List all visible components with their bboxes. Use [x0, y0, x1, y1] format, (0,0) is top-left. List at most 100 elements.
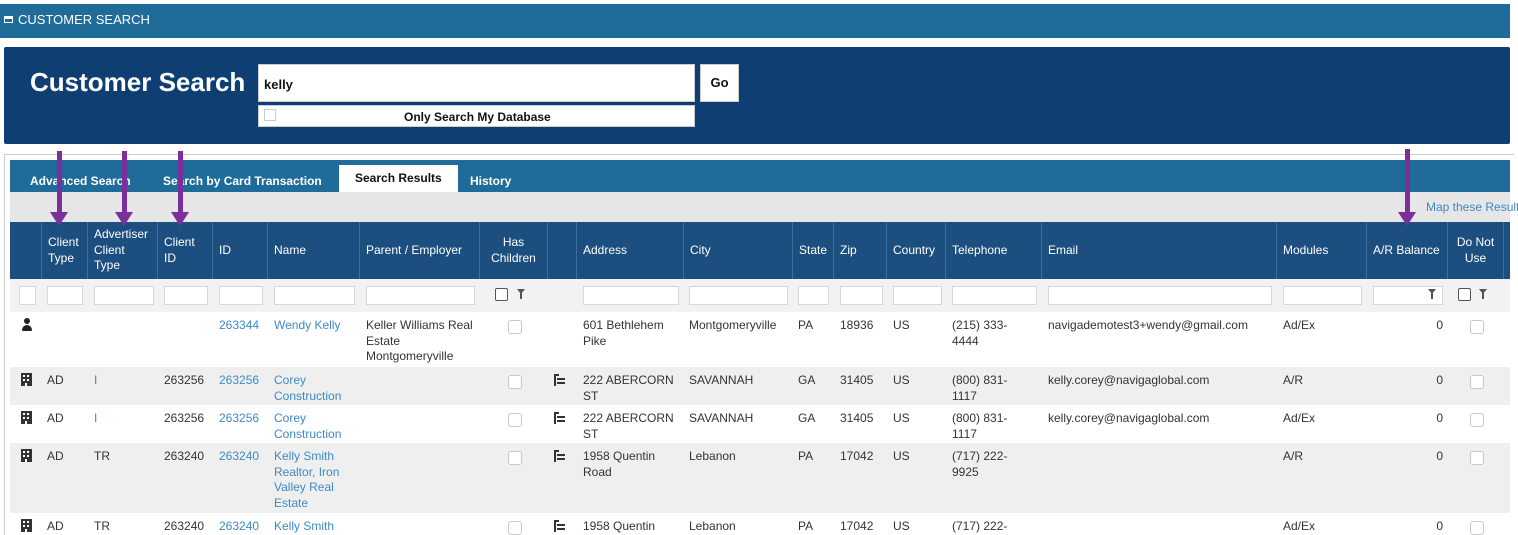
- header-address[interactable]: Address: [576, 222, 683, 279]
- header-email[interactable]: Email: [1041, 222, 1276, 279]
- cell-state: PA: [798, 318, 814, 332]
- search-input[interactable]: kelly: [258, 64, 695, 102]
- cell-id-link[interactable]: 263256: [219, 373, 259, 389]
- table-row[interactable]: AD I 263256 263256 Corey Construction 22…: [10, 405, 1510, 443]
- cell-name-link[interactable]: Wendy Kelly: [274, 318, 356, 334]
- tab-advanced-search[interactable]: Advanced Search: [30, 171, 131, 192]
- only-search-my-database-option[interactable]: Only Search My Database: [258, 105, 695, 127]
- cell-id-link[interactable]: 263344: [219, 318, 259, 334]
- cell-address: 1958 Quentin Road: [583, 449, 656, 479]
- cell-advertiser-client-type[interactable]: I: [94, 411, 97, 427]
- cell-name-link[interactable]: Kelly Smith Realtor, Iron Valley Real Es…: [274, 449, 352, 511]
- header-advertiser-client-type[interactable]: Advertiser Client Type: [87, 222, 157, 279]
- filter-icon-col[interactable]: [19, 286, 36, 305]
- header-icon-col: [10, 222, 41, 279]
- header-client-id[interactable]: Client ID: [157, 222, 212, 279]
- hierarchy-icon[interactable]: [554, 412, 566, 424]
- hierarchy-icon[interactable]: [554, 374, 566, 386]
- header-client-type[interactable]: Client Type: [41, 222, 87, 279]
- filter-funnel-icon[interactable]: [517, 289, 525, 299]
- header-telephone[interactable]: Telephone: [945, 222, 1041, 279]
- tab-history[interactable]: History: [470, 171, 511, 192]
- header-do-not-use[interactable]: Do Not Use: [1447, 222, 1503, 279]
- cell-state: PA: [798, 449, 814, 463]
- filter-address[interactable]: [583, 286, 679, 305]
- filter-country[interactable]: [893, 286, 942, 305]
- cell-id-link[interactable]: 263240: [219, 519, 259, 535]
- search-panel: Customer Search kelly Go Only Search My …: [4, 47, 1510, 144]
- filter-do-not-use-checkbox[interactable]: [1458, 288, 1471, 301]
- cell-city: Lebanon: [689, 449, 736, 463]
- cell-name-link[interactable]: Corey Construction: [274, 373, 356, 404]
- do-not-use-checkbox[interactable]: [1470, 375, 1484, 389]
- header-zip[interactable]: Zip: [833, 222, 886, 279]
- filter-row: [10, 279, 1510, 312]
- do-not-use-checkbox[interactable]: [1470, 451, 1484, 465]
- annotation-arrow: [1398, 149, 1416, 226]
- annotation-arrow: [50, 151, 68, 226]
- table-row[interactable]: 263344 Wendy Kelly Keller Williams Real …: [10, 312, 1510, 367]
- filter-state[interactable]: [798, 286, 829, 305]
- cell-telephone: (717) 222-: [952, 519, 1008, 533]
- header-state[interactable]: State: [792, 222, 833, 279]
- annotation-arrow: [115, 151, 133, 226]
- cell-advertiser-client-type: TR: [94, 519, 110, 533]
- table-row[interactable]: AD TR 263240 263240 Kelly Smith 1958 Que…: [10, 513, 1510, 535]
- cell-ar-balance: 0: [1436, 411, 1443, 425]
- cell-telephone: (215) 333-4444: [952, 318, 1008, 348]
- cell-state: GA: [798, 373, 816, 387]
- cell-advertiser-client-type[interactable]: I: [94, 373, 97, 389]
- filter-zip[interactable]: [840, 286, 883, 305]
- filter-funnel-icon[interactable]: [1428, 289, 1436, 299]
- hierarchy-icon[interactable]: [554, 450, 566, 462]
- go-button[interactable]: Go: [700, 64, 739, 102]
- cell-city: Montgomeryville: [689, 318, 777, 332]
- only-my-database-checkbox[interactable]: [264, 109, 276, 121]
- do-not-use-checkbox[interactable]: [1470, 320, 1484, 334]
- cell-name-link[interactable]: Corey Construction: [274, 411, 356, 442]
- header-country[interactable]: Country: [886, 222, 945, 279]
- filter-id[interactable]: [219, 286, 263, 305]
- header-parent-employer[interactable]: Parent / Employer: [359, 222, 479, 279]
- do-not-use-checkbox[interactable]: [1470, 521, 1484, 535]
- has-children-checkbox: [508, 375, 522, 389]
- do-not-use-checkbox[interactable]: [1470, 413, 1484, 427]
- filter-funnel-icon[interactable]: [1479, 289, 1487, 299]
- filter-has-children-checkbox[interactable]: [495, 288, 508, 301]
- cell-client-type: AD: [47, 373, 64, 387]
- cell-client-type: AD: [47, 449, 64, 463]
- cell-country: US: [893, 519, 910, 533]
- cell-city: Lebanon: [689, 519, 736, 533]
- filter-telephone[interactable]: [952, 286, 1037, 305]
- header-modules[interactable]: Modules: [1276, 222, 1366, 279]
- filter-advertiser-client-type[interactable]: [94, 286, 154, 305]
- filter-client-id[interactable]: [164, 286, 208, 305]
- cell-email: navigademotest3+wendy@gmail.com: [1048, 318, 1248, 332]
- map-results-link[interactable]: Map these Results: [1426, 200, 1518, 214]
- cell-id-link[interactable]: 263240: [219, 449, 259, 465]
- table-row[interactable]: AD TR 263240 263240 Kelly Smith Realtor,…: [10, 443, 1510, 513]
- header-id[interactable]: ID: [212, 222, 267, 279]
- tab-search-by-card-transaction[interactable]: Search by Card Transaction: [163, 171, 322, 192]
- cell-name-link[interactable]: Kelly Smith: [274, 519, 356, 535]
- cell-zip: 18936: [840, 318, 874, 332]
- cell-zip: 31405: [840, 411, 874, 425]
- filter-parent-employer[interactable]: [366, 286, 475, 305]
- tab-search-results[interactable]: Search Results: [339, 165, 458, 192]
- cell-email: kelly.corey@navigaglobal.com: [1048, 411, 1210, 425]
- customer-search-window: CUSTOMER SEARCH Customer Search kelly Go…: [0, 0, 1518, 535]
- filter-name[interactable]: [274, 286, 355, 305]
- cell-id-link[interactable]: 263256: [219, 411, 259, 427]
- filter-client-type[interactable]: [47, 286, 83, 305]
- header-name[interactable]: Name: [267, 222, 359, 279]
- header-city[interactable]: City: [683, 222, 792, 279]
- hierarchy-icon[interactable]: [554, 520, 566, 532]
- filter-email[interactable]: [1048, 286, 1272, 305]
- header-ar-balance[interactable]: A/R Balance: [1366, 222, 1447, 279]
- filter-modules[interactable]: [1283, 286, 1362, 305]
- cell-address: 601 Bethlehem Pike: [583, 318, 664, 348]
- table-row[interactable]: AD I 263256 263256 Corey Construction 22…: [10, 367, 1510, 405]
- filter-city[interactable]: [689, 286, 788, 305]
- cell-ar-balance: 0: [1436, 449, 1443, 463]
- header-has-children[interactable]: Has Children: [479, 222, 547, 279]
